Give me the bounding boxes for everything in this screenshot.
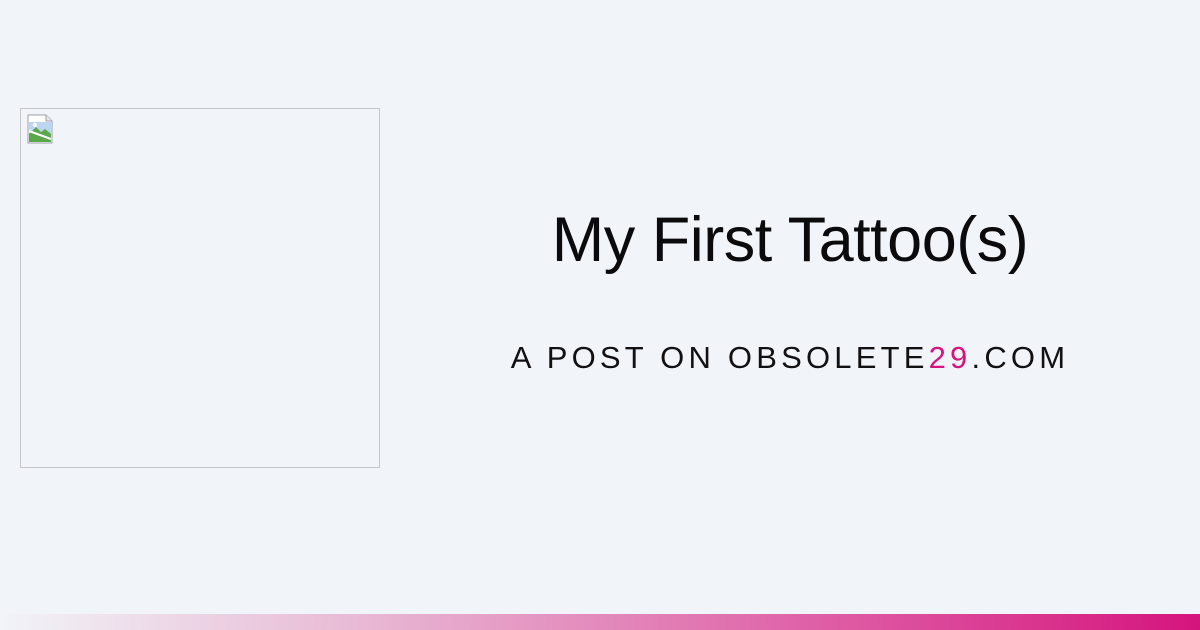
subtitle-suffix: .COM	[971, 340, 1070, 375]
subtitle-prefix: A POST ON OBSOLETE	[510, 340, 929, 375]
post-title: My First Tattoo(s)	[551, 205, 1029, 275]
subtitle-accent: 29	[928, 340, 972, 375]
post-text-block: My First Tattoo(s) A POST ON OBSOLETE29.…	[380, 0, 1200, 614]
broken-image-icon	[27, 114, 53, 144]
post-image-placeholder	[20, 108, 380, 468]
post-subtitle: A POST ON OBSOLETE29.COM	[380, 338, 1200, 378]
gradient-accent-bar	[0, 614, 1200, 630]
